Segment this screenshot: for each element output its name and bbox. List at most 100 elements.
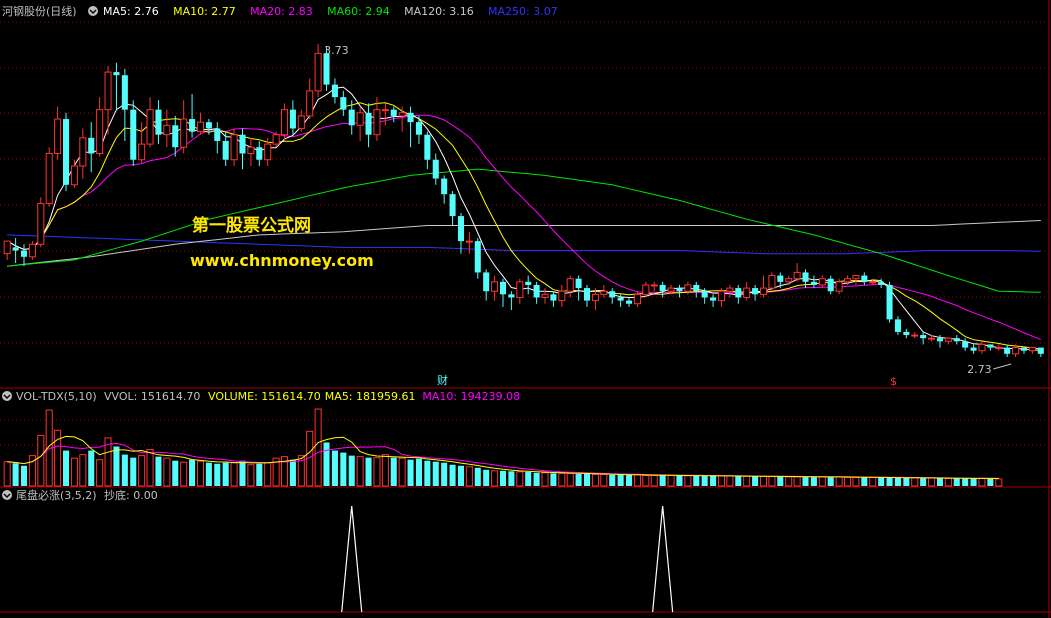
legend-item: VVOL: 151614.70 bbox=[104, 390, 200, 403]
candle-body bbox=[247, 146, 255, 154]
candle-body bbox=[79, 137, 87, 167]
candle-body bbox=[121, 75, 128, 110]
volume-bar bbox=[205, 462, 212, 486]
volume-bar bbox=[759, 475, 768, 487]
volume-bar bbox=[323, 442, 330, 486]
volume-bar bbox=[415, 458, 422, 486]
candle-body bbox=[155, 109, 162, 135]
volume-bar bbox=[432, 461, 439, 486]
volume-bar bbox=[566, 472, 574, 487]
legend-item: MA120: 3.16 bbox=[404, 5, 474, 18]
candle-body bbox=[415, 122, 422, 135]
volume-bar bbox=[541, 472, 549, 487]
signal-collapse-icon[interactable] bbox=[2, 490, 12, 500]
candle bbox=[62, 112, 70, 192]
candle-body bbox=[499, 281, 507, 295]
signal-title: 尾盘必涨(3,5,2) bbox=[16, 488, 97, 502]
candle-body bbox=[609, 291, 616, 298]
volume-bar bbox=[869, 476, 877, 487]
volume-bar bbox=[474, 467, 481, 486]
candle-body bbox=[163, 124, 171, 136]
volume-bar bbox=[491, 470, 499, 487]
volume-collapse-icon[interactable] bbox=[2, 391, 12, 401]
candle-body bbox=[508, 294, 515, 298]
candle-body bbox=[591, 293, 599, 302]
volume-bar bbox=[894, 477, 901, 486]
volume-bar bbox=[146, 449, 154, 487]
candle-body bbox=[541, 293, 549, 298]
volume-bar bbox=[768, 475, 776, 487]
candle-body bbox=[835, 281, 843, 292]
volume-bar bbox=[113, 446, 120, 486]
volume-bar bbox=[818, 476, 826, 487]
candle-body bbox=[130, 109, 137, 160]
volume-bar bbox=[903, 477, 910, 486]
candle-body bbox=[189, 119, 196, 132]
candle-body bbox=[297, 115, 305, 129]
volume-bar bbox=[928, 477, 936, 487]
candle-body bbox=[407, 112, 414, 123]
dividend-marker[interactable]: $ bbox=[890, 375, 897, 388]
candle-body bbox=[810, 281, 817, 285]
low-price-label: 2.73 bbox=[967, 363, 992, 376]
volume-bar bbox=[79, 454, 87, 487]
candle-body bbox=[222, 140, 229, 160]
volume-bar bbox=[962, 478, 969, 486]
volume-bar bbox=[642, 474, 650, 487]
candle-body bbox=[390, 109, 397, 116]
volume-bar bbox=[121, 454, 128, 486]
candle-body bbox=[953, 338, 960, 342]
volume-bar bbox=[752, 476, 759, 486]
collapse-icon[interactable] bbox=[88, 6, 98, 16]
candle-body bbox=[280, 109, 289, 136]
volume-bar bbox=[600, 473, 608, 487]
watermark-url: www.chnmoney.com bbox=[190, 251, 374, 270]
volume-bar bbox=[155, 456, 162, 486]
candle-body bbox=[575, 278, 582, 289]
candle-body bbox=[491, 281, 499, 292]
candle-body bbox=[45, 152, 53, 205]
candle-body bbox=[306, 90, 314, 117]
candle-body bbox=[861, 275, 868, 282]
candle-body bbox=[441, 178, 448, 195]
volume-bar bbox=[373, 457, 381, 487]
volume-bar bbox=[331, 450, 338, 486]
candle-body bbox=[424, 134, 431, 160]
candle-body bbox=[239, 134, 246, 154]
candle bbox=[45, 147, 53, 207]
candle-body bbox=[701, 291, 708, 298]
candle-body bbox=[987, 344, 994, 348]
candle-body bbox=[659, 284, 666, 292]
volume-bar bbox=[390, 457, 397, 486]
candle-body bbox=[802, 272, 809, 282]
candle-body bbox=[583, 288, 591, 301]
volume-bar bbox=[583, 473, 591, 486]
candle-body bbox=[726, 287, 734, 292]
candle-body bbox=[894, 319, 901, 332]
volume-bar bbox=[441, 462, 448, 486]
volume-bar bbox=[843, 476, 852, 487]
stock-chart: 3.73 2.73 第一股票公式网 www.chnmoney.com 财 $ 河… bbox=[0, 0, 1051, 618]
candle-body bbox=[96, 109, 104, 154]
volume-bar bbox=[214, 463, 221, 486]
volume-bar bbox=[861, 477, 868, 486]
volume-bar bbox=[20, 465, 28, 486]
candle-body bbox=[550, 294, 557, 301]
candle-body bbox=[483, 272, 490, 292]
candle-body bbox=[54, 118, 62, 154]
candle-body bbox=[340, 97, 347, 110]
volume-bar bbox=[163, 457, 171, 487]
finance-marker[interactable]: 财 bbox=[437, 373, 448, 387]
volume-bar bbox=[356, 456, 364, 487]
volume-bar bbox=[37, 434, 45, 487]
candle-body bbox=[1037, 347, 1044, 354]
candle-body bbox=[1028, 347, 1036, 352]
candle-body bbox=[516, 281, 524, 298]
candle-body bbox=[230, 134, 238, 161]
candle-body bbox=[785, 278, 793, 283]
volume-bar bbox=[256, 463, 263, 486]
candle-body bbox=[474, 241, 481, 273]
candle-body bbox=[264, 143, 272, 161]
candle-body bbox=[995, 347, 1003, 350]
candle-body bbox=[626, 300, 633, 304]
